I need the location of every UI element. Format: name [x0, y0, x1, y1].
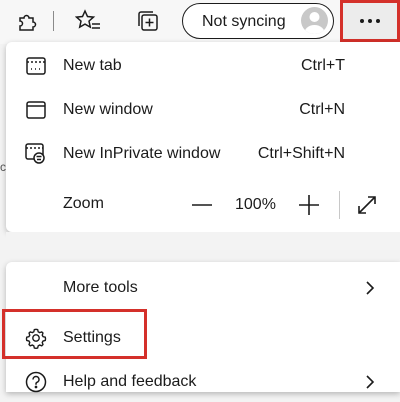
menu-item-zoom: Zoom 100% [6, 184, 400, 224]
profile-avatar [301, 7, 328, 34]
menu-item-shortcut: Ctrl+T [301, 57, 345, 74]
menu-item-new-tab[interactable]: New tab Ctrl+T [6, 46, 400, 86]
extensions-icon[interactable] [12, 6, 42, 36]
more-icon [360, 19, 380, 23]
inprivate-icon [24, 142, 48, 166]
menu-item-new-window[interactable]: New window Ctrl+N [6, 90, 400, 130]
chevron-right-icon [366, 375, 375, 389]
menu-item-help-and-feedback[interactable]: Help and feedback [6, 362, 400, 402]
menu-item-shortcut: Ctrl+Shift+N [257, 145, 345, 162]
minus-icon [192, 204, 212, 206]
fullscreen-icon [358, 196, 376, 214]
menu-item-label: More tools [63, 279, 138, 296]
menu-item-more-tools[interactable]: More tools [6, 268, 400, 308]
menu-item-new-inprivate-window[interactable]: New InPrivate window Ctrl+Shift+N [6, 134, 400, 174]
zoom-in-button[interactable] [296, 192, 322, 218]
fullscreen-button[interactable] [354, 192, 380, 218]
menu-item-label: New tab [63, 57, 122, 74]
toolbar-separator [53, 11, 54, 31]
menu-item-settings[interactable]: Settings [6, 318, 400, 358]
settings-menu-bottom: More tools Settings Help and feedback [6, 262, 400, 393]
zoom-label: Zoom [63, 195, 104, 212]
settings-menu-top: New tab Ctrl+T New window Ctrl+N New InP… [6, 42, 400, 232]
chevron-right-icon [366, 281, 375, 295]
zoom-divider [339, 191, 340, 219]
menu-gap [6, 232, 400, 262]
browser-toolbar: Not syncing [0, 0, 400, 44]
favorites-icon[interactable] [73, 6, 103, 36]
menu-item-label: Help and feedback [63, 373, 197, 390]
zoom-value: 100% [235, 196, 276, 213]
plus-icon [299, 195, 319, 215]
new-window-icon [24, 98, 48, 122]
menu-item-label: New InPrivate window [63, 145, 221, 162]
zoom-out-button[interactable] [189, 192, 215, 218]
sync-status-label: Not syncing [202, 13, 286, 30]
menu-item-shortcut: Ctrl+N [299, 101, 345, 118]
help-icon [24, 370, 48, 394]
new-tab-icon [24, 54, 48, 78]
gear-icon [24, 326, 48, 350]
settings-and-more-button[interactable] [340, 0, 400, 42]
menu-item-label: Settings [63, 329, 121, 346]
collections-icon[interactable] [133, 6, 163, 36]
menu-item-label: New window [63, 101, 153, 118]
sync-profile-button[interactable]: Not syncing [182, 3, 334, 39]
